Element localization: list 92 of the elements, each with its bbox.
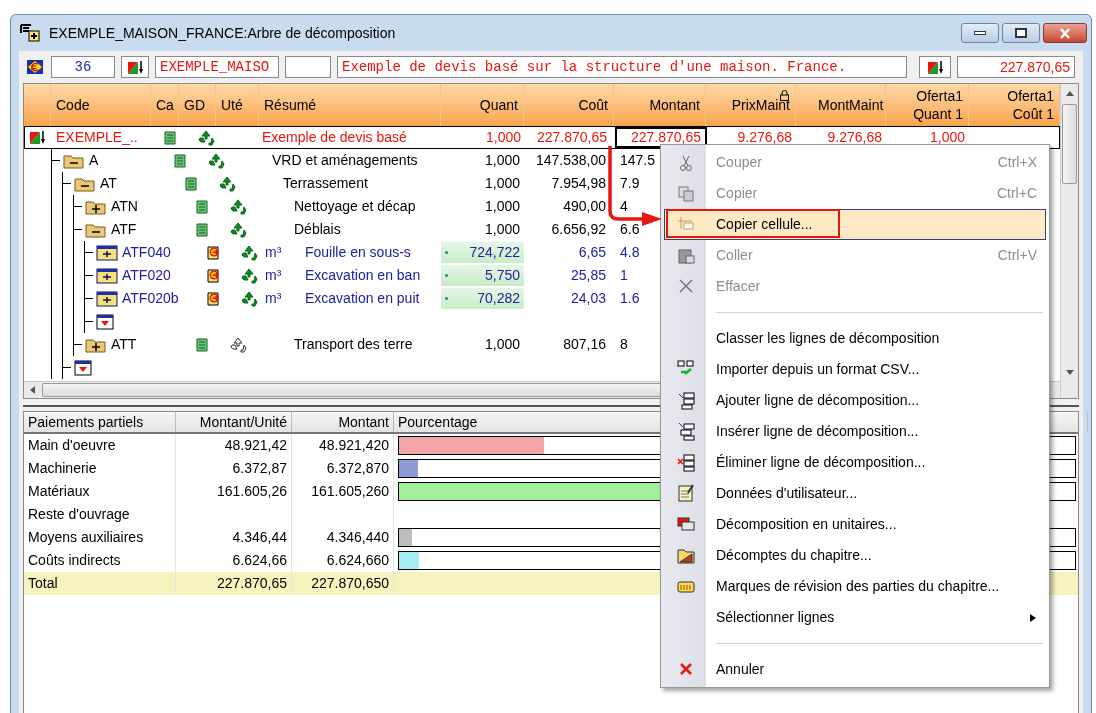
text-field[interactable]: 227.870,65 (957, 56, 1075, 78)
column-header[interactable]: Résumé (259, 84, 441, 126)
cost-cell: 24,03 (570, 290, 606, 306)
menu-item[interactable]: Marques de révision des parties du chapitre... (664, 571, 1046, 602)
label-cell-text: Coûts indirects (28, 551, 121, 570)
summary-cell: Nettoyage et décap (294, 198, 416, 214)
column-header[interactable]: PrixMaint (706, 84, 796, 126)
cost-cell: 227.870,65 (536, 129, 607, 145)
amount-cell-text: 161.605,26 (216, 482, 287, 501)
amount-cell-text: 4.346,440 (326, 528, 389, 547)
code-cell-text: ATF020b (122, 289, 179, 308)
unit-cell: m³ (265, 244, 282, 260)
amount-cell-text: 227.870,650 (311, 574, 389, 593)
measured-cell[interactable]: 70,282 (441, 288, 524, 309)
menu-item[interactable]: Ajouter ligne de décomposition... (664, 385, 1046, 416)
column-header[interactable]: MontMaint (796, 84, 886, 126)
quantity-cell-text: 1,000 (484, 220, 520, 239)
code-cell-text: ATF040 (122, 243, 171, 262)
column-header[interactable]: Quant (441, 84, 524, 126)
column-header[interactable]: Paiements partiels (24, 412, 176, 432)
code-cell-text: AT (100, 174, 117, 193)
table-cell: 1,000 (929, 129, 965, 145)
menu-item[interactable]: Importer depuis un format CSV... (664, 354, 1046, 385)
column-header[interactable]: GD (179, 84, 216, 126)
cost-cell: 6.656,92 (551, 221, 606, 237)
menu-item[interactable]: Classer les lignes de décomposition (664, 323, 1046, 354)
cost-cell: 807,16 (563, 336, 606, 352)
menu-item[interactable]: Décomposition en unitaires... (664, 509, 1046, 540)
text-field[interactable]: 36 (51, 56, 115, 78)
summary-cell: Transport des terre (294, 336, 413, 352)
menu-item[interactable]: Annuler (664, 654, 1046, 685)
menu-item[interactable]: Sélectionner lignes (664, 602, 1046, 633)
summary-cell: Excavation en ban (305, 267, 421, 283)
summary-cell: Déblais (294, 221, 341, 237)
code-cell-text: ATN (111, 197, 138, 216)
text-field[interactable]: EXEMPLE_MAISO (155, 56, 279, 78)
code-cell-text: ATT (111, 335, 137, 354)
menu-item[interactable]: Décomptes du chapitre... (664, 540, 1046, 571)
menu-item[interactable]: Éliminer ligne de décomposition... (664, 447, 1046, 478)
column-header[interactable]: Oferta1 Quant 1 (886, 84, 969, 126)
amount-cell-text: 6.624,660 (326, 551, 389, 570)
summary-cell: VRD et aménagements (272, 152, 418, 168)
column-header[interactable]: Coût (524, 84, 614, 126)
cost-cell: 25,85 (570, 267, 606, 283)
summary-cell: Exemple de devis basé (262, 129, 407, 145)
quantity-cell-text: 1,000 (484, 197, 520, 216)
amount-cell-text: 6.372,870 (326, 459, 389, 478)
unit-cell: m³ (265, 290, 282, 306)
label-cell-text: Matériaux (28, 482, 90, 501)
code-cell-text: A (89, 151, 99, 170)
code-cell-text: ATF (111, 220, 137, 239)
cost-cell: 490,00 (563, 198, 606, 214)
column-header[interactable]: Ca (151, 84, 179, 126)
cost-cell: 6,65 (578, 244, 606, 260)
column-header[interactable]: Montant (614, 84, 706, 126)
amount-cell-text: 161.605,260 (311, 482, 389, 501)
unit-cell: m³ (265, 267, 282, 283)
window-title: EXEMPLE_MAISON_FRANCE:Arbre de décomposition (49, 23, 396, 43)
quantity-cell-text: 1,000 (484, 335, 520, 354)
amount-cell-text: 4.346,44 (232, 528, 287, 547)
column-header[interactable]: Code (51, 84, 151, 126)
cost-cell: 7.954,98 (551, 175, 606, 191)
quantity-cell-text: 1,000 (485, 128, 521, 147)
summary-cell: Fouille en sous-s (305, 244, 411, 260)
label-cell-text: Reste d'ouvrage (28, 505, 130, 524)
amount-cell-text: 6.372,87 (232, 459, 287, 478)
column-header[interactable]: Uté (216, 84, 259, 126)
menu-item[interactable]: Insérer ligne de décomposition... (664, 416, 1046, 447)
quantity-cell-text: 1,000 (484, 151, 520, 170)
table-cell: 9.276,68 (827, 129, 882, 145)
cost-cell: 147.538,00 (535, 152, 606, 168)
label-cell-text: Main d'oeuvre (28, 436, 116, 455)
menu-item[interactable]: Copier cellule... (664, 209, 1046, 240)
label-cell-text: Total (28, 574, 58, 593)
amount-cell-text: 48.921,420 (318, 436, 389, 455)
code-cell-text: EXEMPLE_.. (56, 128, 138, 147)
code-cell-text: ATF020 (122, 266, 171, 285)
measured-cell[interactable]: 724,722 (441, 242, 524, 263)
amount-cell-text: 227.870,65 (216, 574, 287, 593)
column-header[interactable]: Montant/Unité (176, 412, 292, 432)
column-header[interactable]: Montant (292, 412, 394, 432)
label-cell-text: Moyens auxiliaires (28, 528, 144, 547)
summary-cell: Excavation en puit (305, 290, 420, 306)
amount-cell-text: 48.921,42 (224, 436, 287, 455)
measured-cell[interactable]: 5,750 (441, 265, 524, 286)
label-cell-text: Machinerie (28, 459, 97, 478)
text-field[interactable]: Exemple de devis basé sur la structure d'une maison. France. (337, 56, 907, 78)
amount-cell-text: 6.624,66 (232, 551, 287, 570)
summary-cell: Terrassement (283, 175, 368, 191)
table-cell: 9.276,68 (737, 129, 792, 145)
quantity-cell-text: 1,000 (484, 174, 520, 193)
menu-item[interactable]: Données d'utilisateur... (664, 478, 1046, 509)
